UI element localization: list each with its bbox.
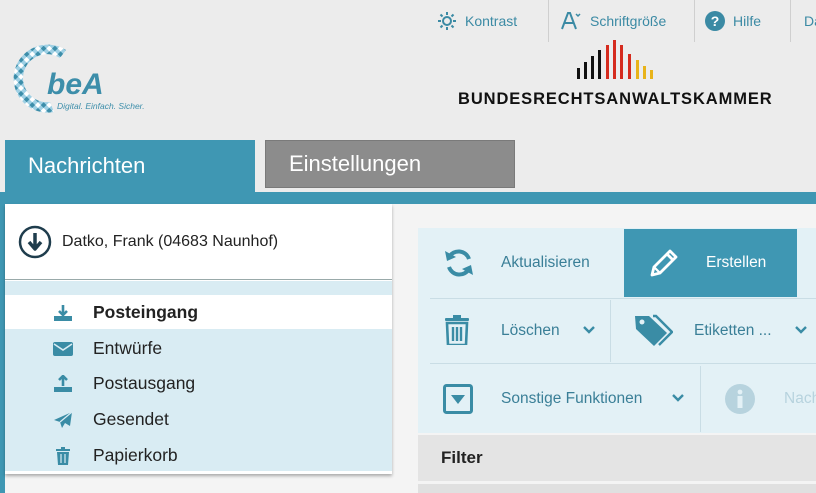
divider <box>548 0 549 42</box>
other-functions-label: Sonstige Funktionen <box>501 390 643 407</box>
other-functions-button[interactable]: Sonstige Funktionen <box>430 364 700 434</box>
info-icon <box>725 384 755 414</box>
filter-header[interactable]: Filter <box>418 435 816 481</box>
sidebar-item-postausgang[interactable]: Postausgang <box>5 366 392 400</box>
inbox-download-icon <box>53 304 73 322</box>
brak-wordmark: BUNDESRECHTSANWALTSKAMMER <box>458 90 773 108</box>
paper-plane-icon <box>53 411 73 429</box>
sidebar-item-entwuerfe[interactable]: Entwürfe <box>5 331 392 365</box>
delete-button[interactable]: Löschen <box>430 299 610 363</box>
dropdown-box-icon <box>443 384 473 414</box>
bea-wordmark: beA <box>47 68 104 101</box>
help-label: Hilfe <box>733 13 762 29</box>
next-button[interactable]: Nach <box>701 364 816 434</box>
arrow-down-circle-icon[interactable] <box>18 225 52 259</box>
create-label: Erstellen <box>706 254 767 271</box>
sidebar-item-label: Papierkorb <box>93 444 178 465</box>
svg-text:?: ? <box>711 13 720 29</box>
brak-logo-icon <box>577 40 653 79</box>
refresh-icon <box>443 247 475 279</box>
font-size-icon <box>560 10 582 32</box>
sidebar-item-gesendet[interactable]: Gesendet <box>5 402 392 436</box>
sidebar-item-label: Entwürfe <box>93 337 163 358</box>
help-button[interactable]: ? Hilfe <box>705 0 761 42</box>
chevron-down-icon <box>672 393 684 405</box>
more-button[interactable]: Da <box>804 0 816 42</box>
sidebar-item-label: Postausgang <box>93 372 196 393</box>
tab-einstellungen[interactable]: Einstellungen <box>265 140 515 188</box>
folder-nav: Posteingang Entwürfe Postausgang Gesende… <box>5 281 392 471</box>
help-icon: ? <box>705 11 725 31</box>
trash-icon <box>53 447 73 465</box>
divider <box>694 0 695 42</box>
contrast-button[interactable]: Kontrast <box>437 0 517 42</box>
chevron-down-icon <box>795 325 807 337</box>
filter-label: Filter <box>441 448 483 467</box>
envelope-icon <box>53 340 73 358</box>
tab-nachrichten[interactable]: Nachrichten <box>5 140 255 192</box>
filter-body <box>418 484 816 493</box>
bea-tagline: Digital. Einfach. Sicher. <box>57 101 145 111</box>
divider <box>790 0 791 42</box>
refresh-label: Aktualisieren <box>501 254 590 271</box>
sidebar-item-papierkorb[interactable]: Papierkorb <box>5 438 392 472</box>
next-label: Nach <box>784 390 816 407</box>
create-button[interactable]: Erstellen <box>624 229 797 297</box>
sidebar-item-label: Gesendet <box>93 408 169 429</box>
sidebar-item-posteingang[interactable]: Posteingang <box>5 295 392 329</box>
more-label: Da <box>804 13 816 29</box>
sun-icon <box>437 11 457 31</box>
sidebar-item-label: Posteingang <box>93 301 199 322</box>
outbox-upload-icon <box>53 375 73 393</box>
labels-button[interactable]: Etiketten ... <box>611 299 816 363</box>
chevron-down-icon <box>583 325 595 337</box>
tags-icon <box>633 313 673 347</box>
font-size-button[interactable]: Schriftgröße <box>560 0 666 42</box>
account-name: Datko, Frank (04683 Naunhof) <box>62 232 279 250</box>
trash-icon <box>444 315 470 345</box>
font-size-label: Schriftgröße <box>590 13 667 29</box>
labels-label: Etiketten ... <box>694 322 772 339</box>
pencil-icon <box>648 247 680 284</box>
account-selector[interactable]: Datko, Frank (04683 Naunhof) <box>5 204 392 280</box>
delete-label: Löschen <box>501 322 560 339</box>
contrast-label: Kontrast <box>465 13 518 29</box>
refresh-button[interactable]: Aktualisieren <box>430 229 620 297</box>
